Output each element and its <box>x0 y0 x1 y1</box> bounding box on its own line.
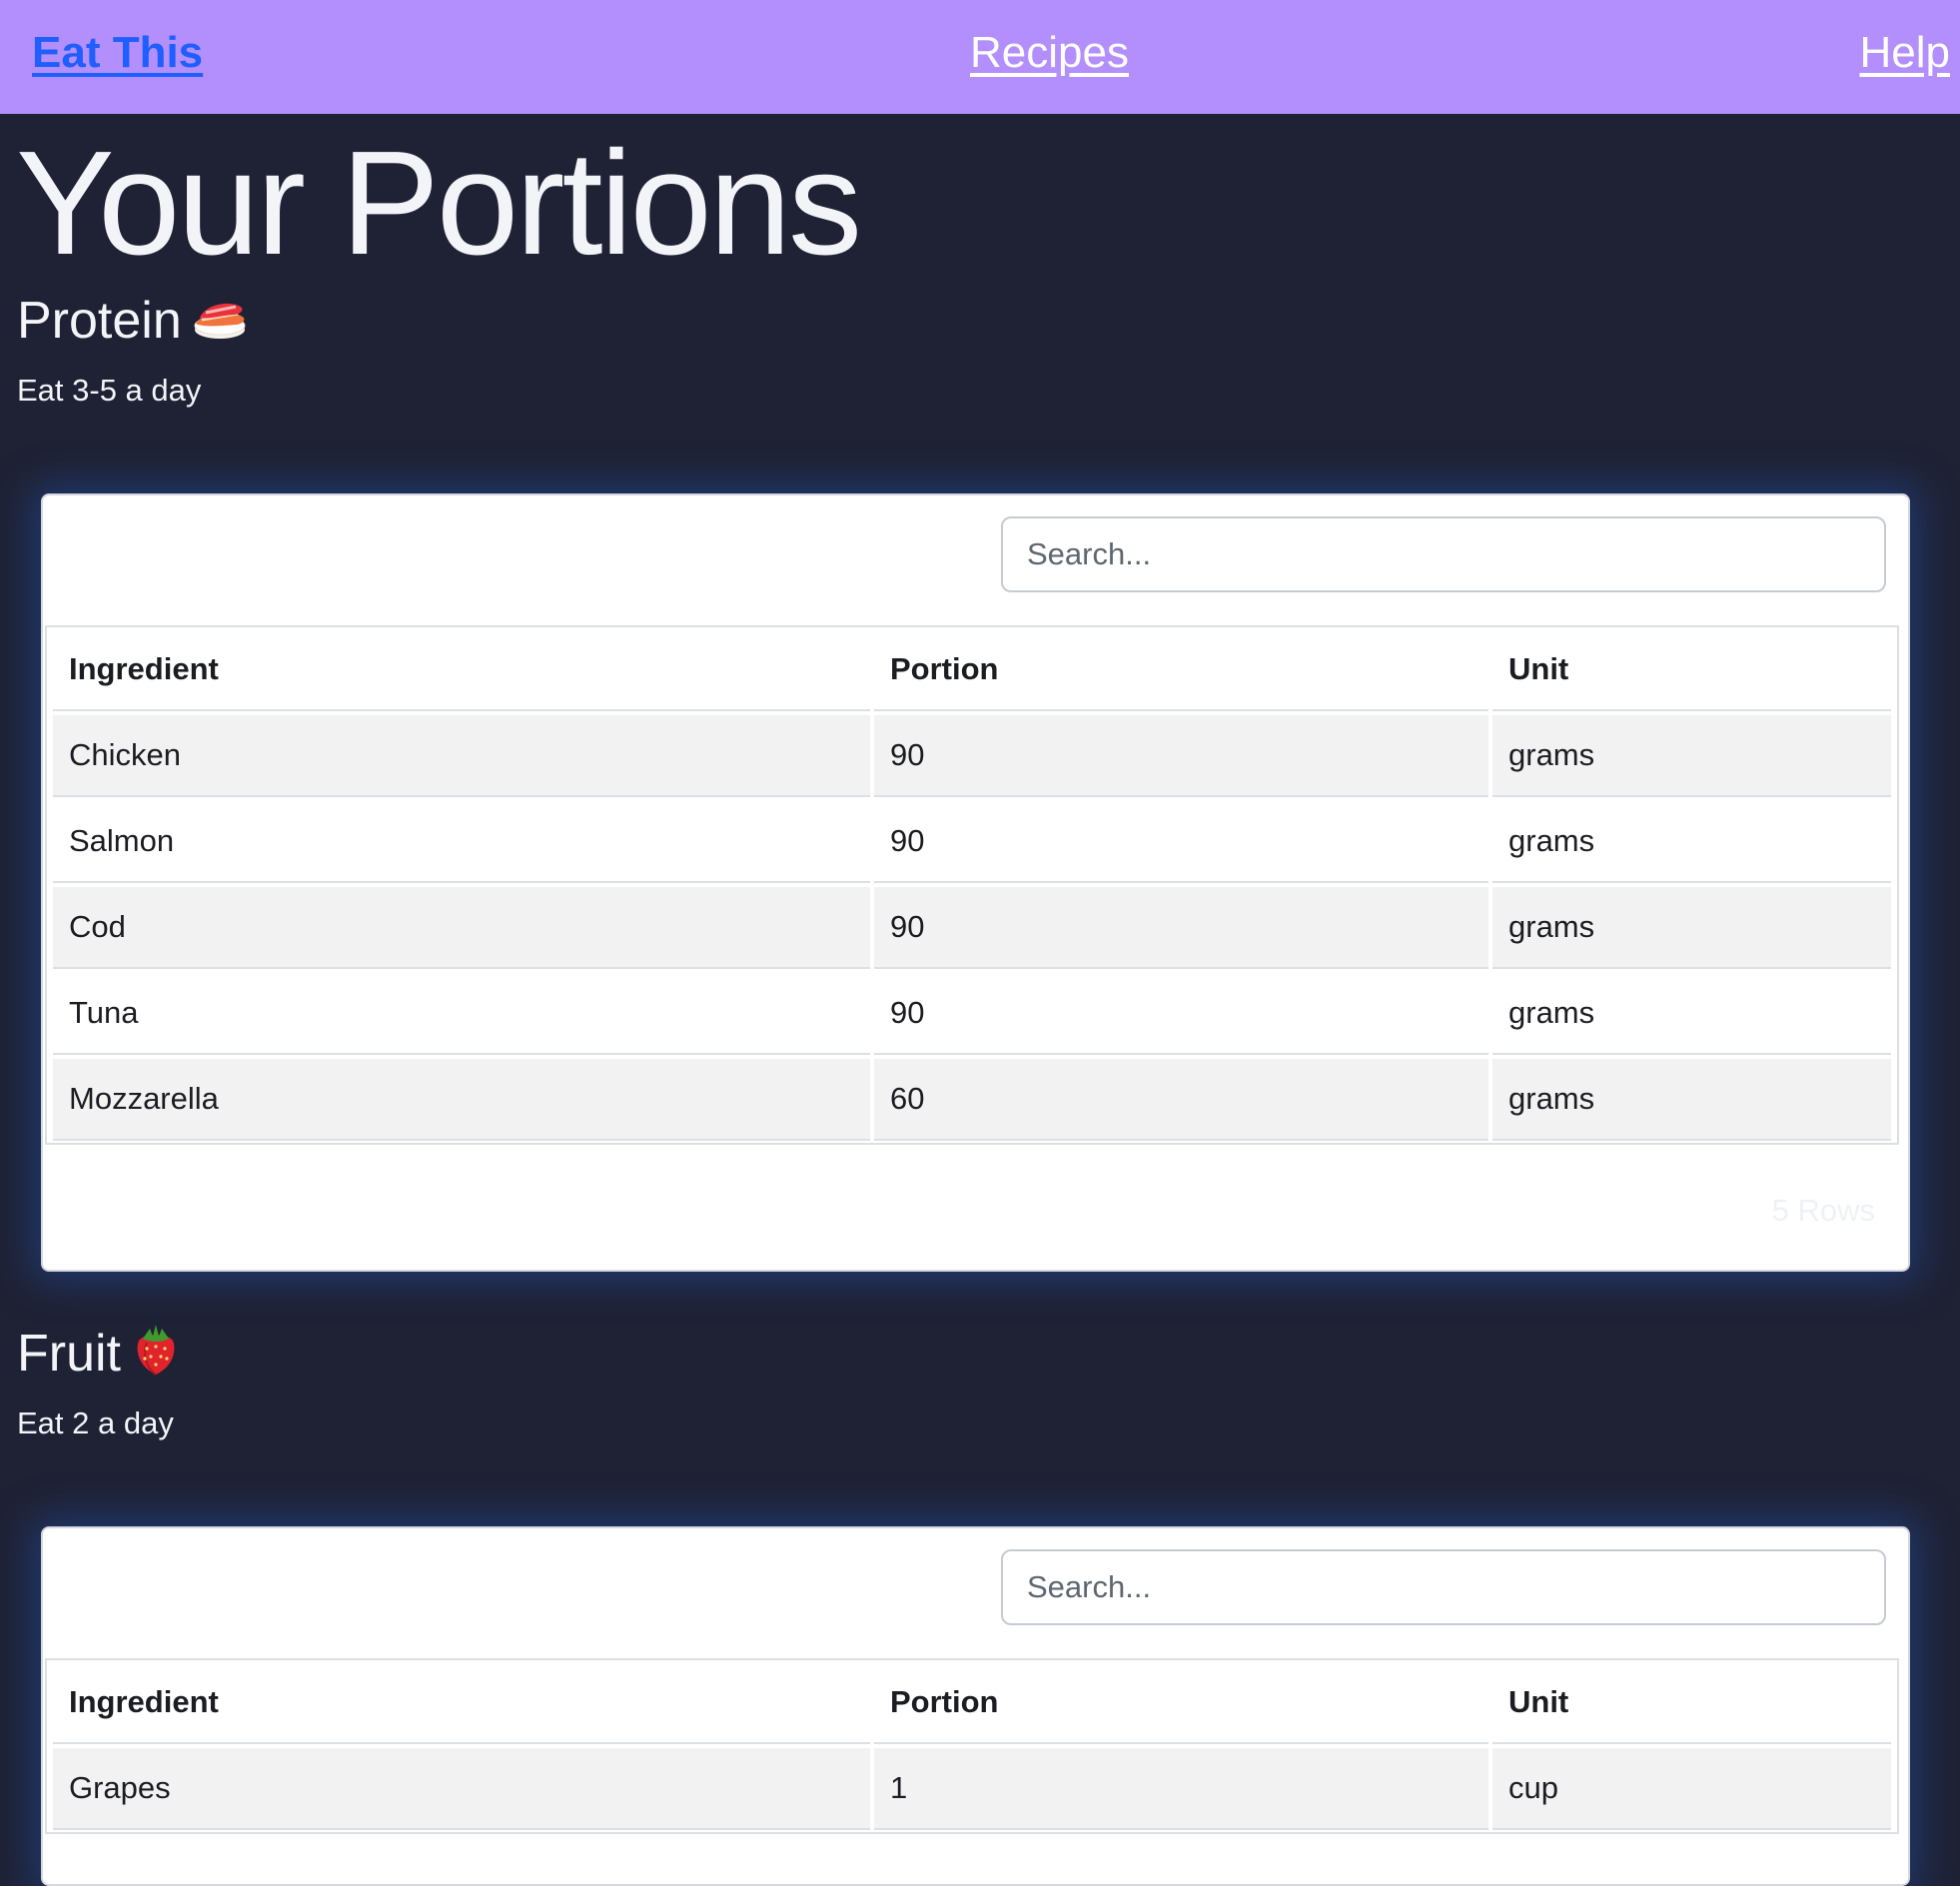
table-row: Chicken 90 grams <box>53 715 1891 797</box>
cell-ingredient: Cod <box>53 887 870 969</box>
table-card-protein: Ingredient Portion Unit Chicken 90 grams… <box>41 493 1910 1272</box>
portions-table-fruit: Ingredient Portion Unit Grapes 1 cup <box>49 1658 1895 1834</box>
nav-link-recipes[interactable]: Recipes <box>970 26 1129 80</box>
nav-link-help[interactable]: Help <box>1860 26 1951 80</box>
table-row: Tuna 90 grams <box>53 973 1891 1055</box>
table-row: Salmon 90 grams <box>53 801 1891 883</box>
strawberry-icon <box>131 1323 181 1391</box>
cell-unit: grams <box>1492 801 1891 883</box>
cell-portion: 90 <box>874 887 1488 969</box>
section-heading-fruit: Fruit <box>17 1323 181 1391</box>
cell-unit: grams <box>1492 1059 1891 1141</box>
cell-portion: 1 <box>874 1748 1488 1830</box>
row-count-label: 5 Rows <box>1771 1193 1875 1228</box>
cell-unit: grams <box>1492 715 1891 797</box>
table-wrapper-protein: Ingredient Portion Unit Chicken 90 grams… <box>45 625 1899 1145</box>
section-heading-protein: Protein <box>17 290 248 356</box>
cell-portion: 90 <box>874 801 1488 883</box>
section-note-fruit: Eat 2 a day <box>17 1406 174 1440</box>
table-card-fruit: Ingredient Portion Unit Grapes 1 cup <box>41 1526 1910 1886</box>
cell-unit: grams <box>1492 887 1891 969</box>
table-row: Grapes 1 cup <box>53 1748 1891 1830</box>
cell-portion: 60 <box>874 1059 1488 1141</box>
column-header-unit[interactable]: Unit <box>1492 1662 1891 1744</box>
page-title: Your Portions <box>16 121 862 286</box>
search-input-protein[interactable] <box>1001 516 1886 592</box>
cell-ingredient: Chicken <box>53 715 870 797</box>
table-wrapper-fruit: Ingredient Portion Unit Grapes 1 cup <box>45 1658 1899 1834</box>
portions-table-protein: Ingredient Portion Unit Chicken 90 grams… <box>49 625 1895 1145</box>
table-row: Cod 90 grams <box>53 887 1891 969</box>
column-header-portion[interactable]: Portion <box>874 1662 1488 1744</box>
section-heading-fruit-label: Fruit <box>17 1325 121 1383</box>
cell-unit: grams <box>1492 973 1891 1055</box>
cell-ingredient: Mozzarella <box>53 1059 870 1141</box>
cell-unit: cup <box>1492 1748 1891 1830</box>
section-heading-protein-label: Protein <box>17 292 182 350</box>
column-header-ingredient[interactable]: Ingredient <box>53 629 870 711</box>
table-header-row: Ingredient Portion Unit <box>53 629 1891 711</box>
cell-portion: 90 <box>874 973 1488 1055</box>
brand-link[interactable]: Eat This <box>32 26 203 80</box>
cell-ingredient: Salmon <box>53 801 870 883</box>
table-header-row: Ingredient Portion Unit <box>53 1662 1891 1744</box>
column-header-portion[interactable]: Portion <box>874 629 1488 711</box>
search-input-fruit[interactable] <box>1001 1549 1886 1625</box>
cell-ingredient: Tuna <box>53 973 870 1055</box>
table-row: Mozzarella 60 grams <box>53 1059 1891 1141</box>
cell-portion: 90 <box>874 715 1488 797</box>
top-navbar: Eat This Recipes Help <box>0 0 1960 114</box>
cell-ingredient: Grapes <box>53 1748 870 1830</box>
section-note-protein: Eat 3-5 a day <box>17 373 202 408</box>
column-header-ingredient[interactable]: Ingredient <box>53 1662 870 1744</box>
column-header-unit[interactable]: Unit <box>1492 629 1891 711</box>
sushi-icon <box>192 292 248 356</box>
